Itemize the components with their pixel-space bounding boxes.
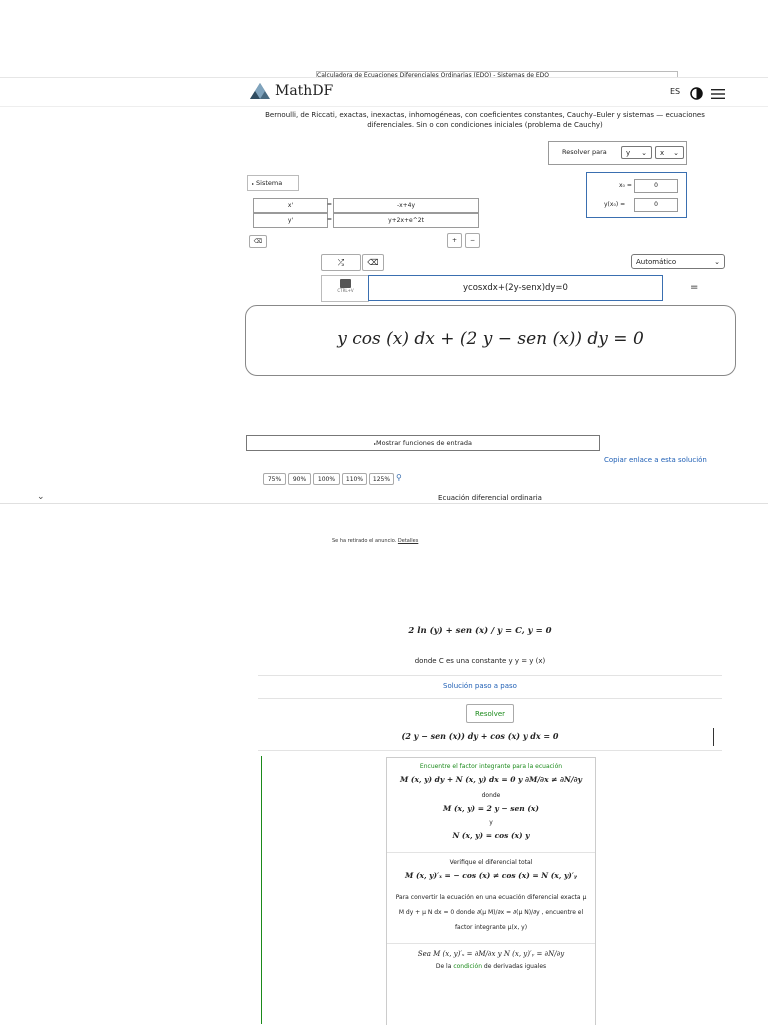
y-x0-input[interactable]: 0 <box>634 198 678 212</box>
independent-var-select[interactable]: x ⌄ <box>655 146 684 159</box>
chevron-down-icon: ⌄ <box>641 148 647 157</box>
mathdf-logo-icon <box>250 83 270 99</box>
equation-input[interactable]: ycosxdx+(2y-senx)dy=0 <box>368 275 663 301</box>
step1-y: y <box>489 819 493 826</box>
dependent-var-select[interactable]: y ⌄ <box>621 146 652 159</box>
method-select-value: Automático <box>636 257 677 266</box>
logo[interactable]: MathDF <box>249 82 333 100</box>
step1-equation: M (x, y) dy + N (x, y) dx = 0 y ∂M/∂x ≠ … <box>399 775 583 784</box>
step-by-step-link[interactable]: Solución paso a paso <box>330 682 630 690</box>
equation-type: Ecuación diferencial ordinaria <box>438 494 542 502</box>
language-switch[interactable]: ES <box>670 87 680 96</box>
step3-equation: Sea M (x, y)′ₓ = ∂M/∂x y N (x, y)′ᵧ = ∂N… <box>417 950 565 958</box>
zoom-90-button[interactable]: 90% <box>288 473 311 485</box>
triangle-right-icon: ▸ <box>252 180 255 186</box>
zoom-125-button[interactable]: 125% <box>369 473 394 485</box>
step1-N: N (x, y) = cos (x) y <box>452 831 530 840</box>
theme-toggle-icon[interactable] <box>690 85 703 104</box>
independent-var-value: x <box>660 148 665 157</box>
clear-input-icon[interactable]: ⌫ <box>362 254 384 271</box>
solution-formula: 2 ln (y) + sen (x) / y = C, y = 0 <box>408 626 552 636</box>
shuffle-icon[interactable]: ⤮ <box>321 254 361 271</box>
zoom-controls: 75% 90% 100% 110% 125% ⚲ <box>263 473 402 485</box>
x0-input[interactable]: 0 <box>634 179 678 193</box>
ad-removed-text: Se ha retirado el anuncio. <box>332 538 397 544</box>
system-toggle[interactable]: ▸ Sistema <box>247 175 299 191</box>
step2-text: Para convertir la ecuación en una ecuaci… <box>395 894 587 931</box>
divider <box>258 698 722 699</box>
cursor-caret <box>713 728 714 746</box>
step1-title: Encuentre el factor integrante para la e… <box>419 763 563 770</box>
steps-panel: Encuentre el factor integrante para la e… <box>386 757 596 1025</box>
divider <box>258 675 722 676</box>
add-equation-button[interactable]: + <box>447 233 462 248</box>
chevron-down-icon: ⌄ <box>673 148 679 157</box>
system-row1-lhs[interactable]: x' <box>253 198 328 213</box>
solve-equals-button[interactable]: = <box>690 282 698 293</box>
calculator-description: Bernoulli, de Riccati, exactas, inexacta… <box>265 111 705 129</box>
system-row1-rhs[interactable]: -x+4y <box>333 198 479 213</box>
search-icon[interactable]: ⚲ <box>396 473 402 485</box>
step3-text-pre: De la <box>435 963 452 970</box>
system-row1-equals: = <box>327 201 333 208</box>
solve-for-panel: Resolver para y ⌄ x ⌄ <box>548 141 687 165</box>
dependent-var-value: y <box>626 148 631 157</box>
paste-image-button[interactable]: CTRL+V <box>321 275 369 302</box>
zoom-110-button[interactable]: 110% <box>342 473 367 485</box>
divider <box>258 750 722 751</box>
step2-equation: M (x, y)′ₓ = − cos (x) ≠ cos (x) = N (x,… <box>405 871 577 880</box>
image-icon <box>340 279 351 288</box>
zoom-100-button[interactable]: 100% <box>313 473 340 485</box>
system-row2-rhs[interactable]: y+2x+e^2t <box>333 213 479 228</box>
initial-conditions-panel: x₀ = 0 y(x₀) = 0 <box>586 172 687 218</box>
clear-system-icon[interactable]: ⌫ <box>249 235 267 248</box>
step3-text: De la condición de derivadas iguales <box>387 963 595 970</box>
paste-shortcut-caption: CTRL+V <box>337 288 354 293</box>
system-row2-equals: = <box>327 216 333 223</box>
divider <box>387 943 595 944</box>
show-functions-button[interactable]: ▸Mostrar funciones de entrada <box>246 435 600 451</box>
zoom-75-button[interactable]: 75% <box>263 473 286 485</box>
system-toggle-label: Sistema <box>256 179 283 187</box>
resolver-button[interactable]: Resolver <box>466 704 514 723</box>
step2-title: Verifique el diferencial total <box>449 859 533 866</box>
show-functions-label: Mostrar funciones de entrada <box>376 439 472 447</box>
chevron-down-icon: ⌄ <box>714 257 720 266</box>
remove-equation-button[interactable]: − <box>465 233 480 248</box>
method-select[interactable]: Automático ⌄ <box>631 254 725 269</box>
ad-details-link[interactable]: Detalles <box>398 538 418 544</box>
chevron-down-icon[interactable]: ⌄ <box>37 492 45 502</box>
condition-link[interactable]: condición <box>453 963 482 970</box>
step3-text-post: de derivadas iguales <box>483 963 547 970</box>
preview-math: y cos (x) dx + (2 y − sen (x)) dy = 0 <box>337 329 644 349</box>
site-header: MathDF ES <box>0 77 768 107</box>
y-x0-label: y(x₀) = <box>604 201 626 208</box>
solve-for-label: Resolver para <box>562 148 607 156</box>
menu-icon[interactable] <box>711 85 725 104</box>
x0-label: x₀ = <box>619 182 632 189</box>
divider <box>0 503 768 504</box>
system-row2-lhs[interactable]: y' <box>253 213 328 228</box>
solution-where-text: donde C es una constante y y = y (x) <box>414 657 546 665</box>
equation-preview: y cos (x) dx + (2 y − sen (x)) dy = 0 <box>245 305 736 376</box>
ode-line: (2 y − sen (x)) dy + cos (x) y dx = 0 <box>401 731 559 741</box>
step1-donde: donde <box>481 792 501 799</box>
divider <box>387 852 595 853</box>
step1-M: M (x, y) = 2 y − sen (x) <box>443 804 539 813</box>
steps-tree-line <box>261 756 262 1024</box>
copy-link[interactable]: Copiar enlace a esta solución <box>604 456 707 464</box>
logo-text: MathDF <box>275 83 334 99</box>
ad-notice: Se ha retirado el anuncio. Detalles <box>332 538 418 544</box>
